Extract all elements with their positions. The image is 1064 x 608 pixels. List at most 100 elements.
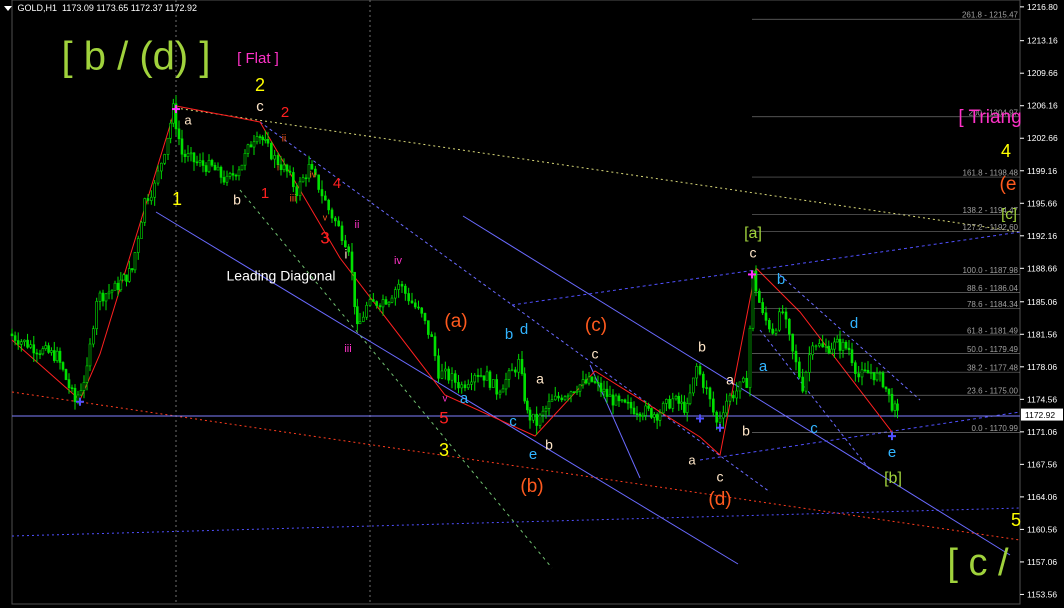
fib-level-label: 38.2 - 1177.48 <box>967 364 1019 373</box>
candle-body <box>279 164 283 171</box>
plot-frame <box>11 0 1021 605</box>
candle-body <box>362 316 365 322</box>
candle-body <box>26 339 29 348</box>
wave-label: d <box>520 321 528 338</box>
candle-body <box>183 153 187 157</box>
candle-body <box>878 372 882 375</box>
y-tick-label: 1195.66 <box>1027 198 1057 208</box>
candle-body <box>688 392 692 404</box>
price-chart[interactable]: 261.8 - 1215.47200 - 1204.97161.8 - 1198… <box>0 0 1064 608</box>
wave-label: 2 <box>255 75 265 95</box>
candle-body <box>216 166 220 171</box>
candle-body <box>453 373 457 383</box>
candle-body <box>163 154 166 164</box>
pivot-markers <box>76 105 896 441</box>
candle-body <box>535 413 538 426</box>
candle-body <box>261 136 264 141</box>
fib-level-label: 261.8 - 1215.47 <box>962 11 1019 20</box>
candle-body <box>578 384 582 392</box>
candle-body <box>116 282 120 291</box>
candle-body <box>107 291 111 295</box>
candle-body <box>821 343 824 348</box>
candle-body <box>482 375 486 381</box>
candle-body <box>44 345 48 349</box>
candle-body <box>358 321 362 325</box>
candle-body <box>143 198 147 223</box>
candle-body <box>61 362 65 370</box>
candle-body <box>128 268 131 282</box>
candle-body <box>146 198 150 201</box>
candle-body <box>563 396 567 401</box>
candle-body <box>658 412 662 421</box>
candle-body <box>125 274 128 282</box>
symbol-label: GOLD,H1 <box>17 3 58 13</box>
candle-body <box>285 164 289 172</box>
candle-body <box>514 369 517 373</box>
candle-body <box>584 379 588 384</box>
candle-body <box>557 395 560 399</box>
wave-label: 3 <box>439 440 449 460</box>
candle-body <box>587 376 591 384</box>
candle-body <box>827 345 831 354</box>
candle-body <box>768 320 771 330</box>
candle-body <box>804 372 808 392</box>
candle-body <box>180 138 184 155</box>
candle-body <box>410 300 414 304</box>
candle-body <box>192 152 196 163</box>
candle-body <box>55 350 59 361</box>
candle-body <box>814 345 818 348</box>
wave-label: b <box>742 423 750 439</box>
candle-body <box>850 349 854 364</box>
candle-body <box>201 160 205 166</box>
candle-body <box>725 400 728 414</box>
candle-body <box>407 293 410 302</box>
wave-label: iv <box>310 169 317 179</box>
wave-label: (c) <box>585 315 607 336</box>
candle-body <box>708 387 712 400</box>
dropdown-arrow-icon[interactable] <box>4 6 12 12</box>
candle-body <box>784 311 788 320</box>
candle-body <box>668 399 671 409</box>
candle-body <box>641 415 645 417</box>
candle-body <box>67 379 71 389</box>
candle-body <box>466 384 470 389</box>
candle-body <box>652 414 656 418</box>
candle-body <box>887 388 891 395</box>
candle-body <box>758 290 761 303</box>
candle-body <box>581 379 585 386</box>
price-candles <box>10 95 899 435</box>
candle-body <box>444 368 447 372</box>
candle-body <box>246 144 250 154</box>
candle-body <box>234 174 238 177</box>
wave-label: [c] <box>1001 206 1017 223</box>
candle-body <box>841 341 845 351</box>
candle-body <box>495 379 498 395</box>
candle-body <box>507 370 511 380</box>
candle-body <box>778 311 781 331</box>
candle-body <box>32 344 36 354</box>
y-tick-label: 1213.16 <box>1027 36 1058 46</box>
y-tick-label: 1209.66 <box>1027 68 1058 78</box>
candle-body <box>427 320 430 335</box>
candle-body <box>282 164 286 171</box>
candle-body <box>10 333 14 336</box>
candle-body <box>64 369 68 380</box>
candle-body <box>771 328 774 334</box>
candle-body <box>375 301 378 306</box>
wave-label: iii <box>290 194 297 205</box>
candle-body <box>485 371 489 381</box>
candle-body <box>718 417 722 423</box>
wave-label: 3 <box>320 228 329 247</box>
candle-body <box>440 370 444 379</box>
candle-body <box>122 274 125 281</box>
y-tick-label: 1167.56 <box>1027 459 1057 469</box>
candle-body <box>340 225 344 241</box>
wave-label: c <box>810 420 818 437</box>
candle-body <box>655 414 659 421</box>
candle-body <box>808 354 811 373</box>
candle-body <box>350 251 354 273</box>
y-tick-label: 1216.80 <box>1027 2 1058 12</box>
candle-body <box>550 399 554 402</box>
candle-body <box>104 293 108 302</box>
candle-body <box>626 401 630 404</box>
